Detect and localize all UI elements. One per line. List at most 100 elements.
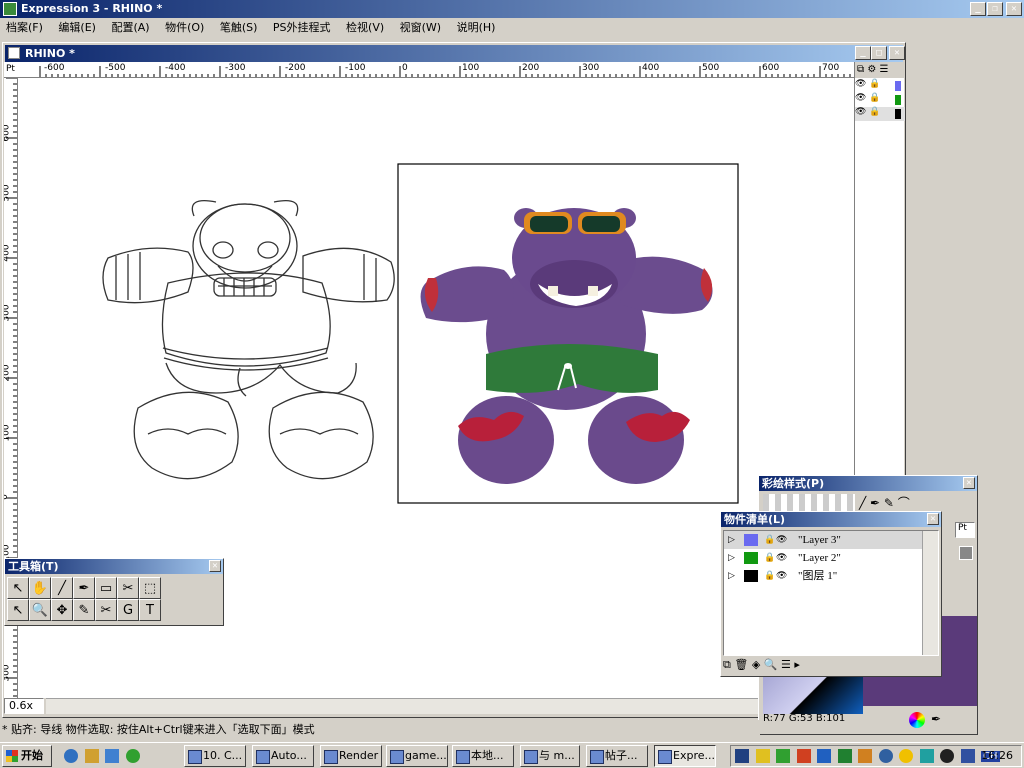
strip-layer-row[interactable]: 👁 🔒 [855, 79, 905, 93]
expand-triangle-icon[interactable]: ▷ [728, 531, 735, 549]
lock-icon[interactable]: 🔒 [764, 549, 775, 567]
tray-app-icon[interactable] [837, 749, 852, 763]
node-icon[interactable]: ✥ [51, 599, 73, 621]
brush-icon[interactable]: ╱ [51, 577, 73, 599]
zoom-icon[interactable]: 🔍 [29, 599, 51, 621]
menu-window[interactable]: 视窗(W) [394, 18, 447, 38]
zoom-indicator[interactable]: 0.6x [4, 698, 44, 714]
expand-triangle-icon[interactable]: ▷ [728, 567, 735, 585]
horizontal-scrollbar[interactable] [46, 698, 854, 714]
mask-icon[interactable]: ◈ [752, 658, 760, 671]
tray-app-icon[interactable] [796, 749, 811, 763]
arrow-right-icon[interactable]: ▸ [794, 658, 800, 671]
tray-app-icon[interactable] [878, 749, 893, 763]
horizontal-ruler: Pt -600 -500 -400 -300 -200 -100 0 100 2… [4, 62, 854, 78]
tray-app-icon[interactable] [960, 749, 975, 763]
color-swatch-small[interactable] [959, 546, 973, 560]
qq-icon[interactable] [940, 749, 954, 763]
tray-app-icon[interactable] [858, 749, 872, 763]
v-ruler-label: 0 [4, 494, 10, 500]
menu-stroke[interactable]: 笔触(S) [214, 18, 264, 38]
spiral-icon[interactable]: G [117, 599, 139, 621]
task-item[interactable]: 帖子... [586, 745, 648, 767]
rectangle-icon[interactable]: ▭ [95, 577, 117, 599]
stroke-type-buttons[interactable]: ╱ ✒ ✎ ⌒ [859, 494, 949, 512]
pen-icon[interactable]: ✎ [73, 599, 95, 621]
restore-button[interactable]: ❐ [987, 2, 1003, 16]
eyedropper-icon[interactable]: ✒ [931, 712, 947, 728]
delete-layer-icon[interactable]: 🗑 [734, 658, 748, 671]
expand-triangle-icon[interactable]: ▷ [728, 549, 735, 567]
document-title-bar: RHINO * _ □ ✕ [5, 45, 905, 62]
tray-app-icon[interactable] [899, 749, 913, 763]
desktop-icon[interactable] [105, 749, 119, 763]
strip-layer-row[interactable]: 👁 🔒 [855, 107, 905, 121]
h-ruler-label: -200 [285, 63, 306, 73]
hand-icon[interactable]: ✋ [29, 577, 51, 599]
task-item[interactable]: 10. C... [184, 745, 246, 767]
stroke-style-title: 彩绘样式(P) ✕ [759, 476, 977, 491]
eyedropper-icon[interactable]: ✒ [73, 577, 95, 599]
layer-list-scrollbar[interactable] [922, 531, 938, 655]
menu-help[interactable]: 说明(H) [451, 18, 502, 38]
layer-name: "图层 1" [798, 570, 838, 582]
stroke-unit-field[interactable]: Pt [955, 522, 975, 538]
close-button[interactable]: ✕ [1006, 2, 1022, 16]
scissors-icon[interactable]: ✂ [117, 577, 139, 599]
tray-app-icon[interactable] [776, 749, 790, 763]
h-ruler-ticks [39, 66, 851, 77]
layer-row[interactable]: ▷ 🔒 👁 "Layer 3" [724, 531, 922, 549]
select-arrow-icon[interactable]: ↖ [7, 577, 29, 599]
app-title: Expression 3 - RHINO * [21, 2, 163, 15]
outlook-icon[interactable] [84, 749, 99, 763]
doc-minimize-button[interactable]: _ [855, 46, 871, 60]
task-item[interactable]: 本地... [452, 745, 514, 767]
system-tray: CH 16:26 [730, 745, 1022, 767]
new-layer-icon[interactable]: ⧉ [723, 658, 731, 671]
tray-app-icon[interactable] [817, 749, 831, 763]
stroke-style-close-button[interactable]: ✕ [963, 477, 975, 489]
tray-app-icon[interactable] [735, 749, 749, 763]
menu-file[interactable]: 档案(F) [0, 18, 49, 38]
task-item-active[interactable]: Expre... [654, 745, 716, 767]
search-icon[interactable]: 🔍 [764, 658, 778, 671]
properties-icon[interactable]: ☰ [781, 658, 791, 671]
eye-icon[interactable]: 👁 [776, 567, 787, 585]
h-ruler-label: 700 [822, 63, 840, 73]
tray-app-icon[interactable] [919, 749, 934, 763]
media-icon[interactable] [125, 749, 140, 763]
color-wheel-icon[interactable] [909, 712, 925, 728]
task-item[interactable]: Render [320, 745, 382, 767]
eye-icon[interactable]: 👁 [776, 549, 787, 567]
eye-icon[interactable]: 👁 [776, 531, 787, 549]
task-item[interactable]: 与 m... [520, 745, 580, 767]
strip-layer-row[interactable]: 👁 🔒 [855, 93, 905, 107]
lock-icon[interactable]: 🔒 [764, 567, 775, 585]
task-item[interactable]: game... [386, 745, 448, 767]
menu-object[interactable]: 物件(O) [159, 18, 210, 38]
toolbox-close-button[interactable]: ✕ [209, 560, 221, 572]
doc-close-button[interactable]: ✕ [889, 46, 905, 60]
volume-icon[interactable] [755, 749, 770, 763]
text-icon[interactable]: T [139, 599, 161, 621]
layer-row[interactable]: ▷ 🔒 👁 "图层 1" [724, 567, 922, 585]
object-list-close-button[interactable]: ✕ [927, 513, 939, 525]
ie-icon[interactable] [64, 749, 78, 763]
subselect-arrow-icon[interactable]: ↖ [7, 599, 29, 621]
h-ruler-label: 100 [462, 63, 480, 73]
v-ruler-label: 400 [4, 244, 12, 262]
menu-view[interactable]: 检视(V) [340, 18, 390, 38]
minimize-button[interactable]: _ [970, 2, 986, 16]
menu-ps-plugins[interactable]: PS外挂程式 [267, 18, 337, 38]
marquee-icon[interactable]: ⬚ [139, 577, 161, 599]
layer-row[interactable]: ▷ 🔒 👁 "Layer 2" [724, 549, 922, 567]
menu-arrange[interactable]: 配置(A) [105, 18, 155, 38]
knife-icon[interactable]: ✂ [95, 599, 117, 621]
start-button[interactable]: 开始 [2, 745, 52, 767]
menu-edit[interactable]: 编辑(E) [52, 18, 102, 38]
doc-maximize-button[interactable]: □ [871, 46, 887, 60]
taskbar: 开始 10. C... Auto... Render game... 本地...… [0, 742, 1024, 768]
task-item[interactable]: Auto... [252, 745, 314, 767]
lock-icon[interactable]: 🔒 [764, 531, 775, 549]
object-list-title: 物件清单(L) ✕ [721, 512, 941, 527]
